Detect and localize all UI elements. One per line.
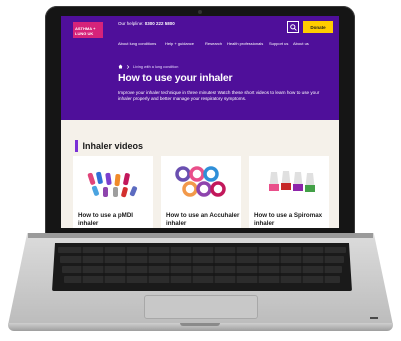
section-heading: Inhaler videos xyxy=(75,140,143,152)
section-title: Inhaler videos xyxy=(82,141,144,151)
card-title[interactable]: How to use an Accuhaler inhaler xyxy=(166,212,240,228)
breadcrumb-item[interactable]: Living with a lung condition xyxy=(133,65,178,69)
laptop-base xyxy=(8,233,393,333)
video-card-accuhaler[interactable]: How to use an Accuhaler inhaler xyxy=(161,156,241,228)
spiromax-inhaler-image xyxy=(249,156,329,204)
inhalers-illustration xyxy=(87,171,138,198)
chevron-right-icon xyxy=(126,64,130,69)
nav-item-health-professionals[interactable]: Health professionals xyxy=(227,41,263,46)
laptop-screen: Our helpline: 0300 222 5800 Donate ASTHM… xyxy=(61,16,339,228)
page-title: How to use your inhaler xyxy=(118,72,233,84)
intro-text: Improve your inhaler technique in three … xyxy=(118,90,320,101)
nav-item-help-guidance[interactable]: Help + guidance xyxy=(165,41,194,46)
search-icon xyxy=(289,23,297,31)
pmdi-inhaler-image xyxy=(73,156,153,204)
nav-item-about-lung-conditions[interactable]: About lung conditions xyxy=(118,41,156,46)
webcam xyxy=(198,10,202,14)
search-button[interactable] xyxy=(287,21,299,33)
card-title[interactable]: How to use a pMDI inhaler xyxy=(78,212,152,228)
nav-item-support-us[interactable]: Support us xyxy=(269,41,288,46)
nav-item-research[interactable]: Research xyxy=(205,41,222,46)
laptop-mockup: Our helpline: 0300 222 5800 Donate ASTHM… xyxy=(0,0,401,341)
heading-accent-bar xyxy=(75,140,78,152)
lid-notch xyxy=(180,323,220,326)
video-card-spiromax[interactable]: How to use a Spiromax inhaler xyxy=(249,156,329,228)
main-nav: About lung conditions Help + guidance Re… xyxy=(61,38,339,50)
donate-button[interactable]: Donate xyxy=(303,21,333,33)
card-title[interactable]: How to use a Spiromax inhaler xyxy=(254,212,328,228)
nav-item-about-us[interactable]: About us xyxy=(293,41,309,46)
video-card-pmdi[interactable]: How to use a pMDI inhaler xyxy=(73,156,153,228)
accuhalers-illustration xyxy=(175,166,226,197)
laptop-hinge xyxy=(28,233,373,238)
spiromax-illustration xyxy=(269,171,315,192)
laptop-lid: Our helpline: 0300 222 5800 Donate ASTHM… xyxy=(45,6,355,236)
home-icon[interactable] xyxy=(118,64,123,69)
breadcrumb: Living with a lung condition xyxy=(118,64,178,69)
trackpad xyxy=(144,295,258,319)
keyboard xyxy=(52,243,352,291)
helpline-number[interactable]: 0300 222 5800 xyxy=(145,21,175,26)
keyboard-keys xyxy=(58,247,346,283)
accuhaler-inhaler-image xyxy=(161,156,241,204)
hero-banner: Living with a lung condition How to use … xyxy=(61,50,339,120)
helpline: Our helpline: 0300 222 5800 xyxy=(118,21,175,26)
power-indicator xyxy=(370,317,378,319)
